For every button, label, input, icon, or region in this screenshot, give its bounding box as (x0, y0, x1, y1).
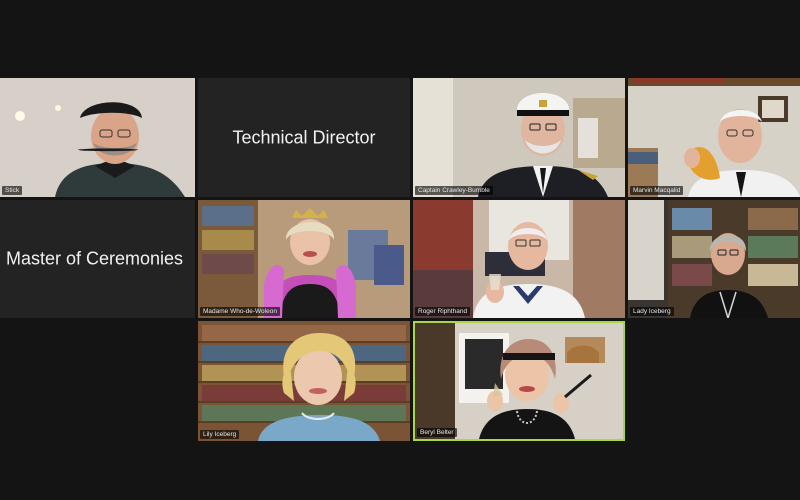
participant-video (628, 200, 800, 318)
participant-name-label: Lady Iceberg (630, 307, 674, 316)
participant-display-name: Master of Ceremonies (5, 248, 184, 269)
participant-video (198, 321, 410, 441)
video-gallery: Stick Technical Director Captain Crawley… (0, 0, 800, 500)
participant-display-name: Technical Director (232, 127, 376, 147)
participant-video (0, 78, 195, 197)
participant-tile[interactable]: Madame Who-de-Woleon (198, 200, 410, 318)
participant-name-label: Beryl Belter (417, 428, 457, 437)
participant-tile[interactable]: Lily Iceberg (198, 321, 410, 441)
participant-name-label: Lily Iceberg (200, 430, 240, 439)
participant-name-label: Roger Riphthand (415, 307, 471, 316)
participant-tile[interactable]: Marvin Macqalid (628, 78, 800, 197)
participant-tile[interactable]: Master of Ceremonies (0, 200, 195, 318)
participant-tile[interactable]: Roger Riphthand (413, 200, 625, 318)
participant-video (415, 323, 623, 439)
participant-name-label: Marvin Macqalid (630, 186, 684, 195)
participant-tile[interactable]: Technical Director (198, 78, 410, 197)
participant-video (413, 78, 625, 197)
participant-name-label: Stick (2, 186, 23, 195)
participant-video (198, 200, 410, 318)
participant-tile[interactable]: Captain Crawley-Bumble (413, 78, 625, 197)
participant-tile[interactable]: Lady Iceberg (628, 200, 800, 318)
active-speaker-tile[interactable]: Beryl Belter (413, 321, 625, 441)
participant-name-label: Madame Who-de-Woleon (200, 307, 280, 316)
participant-name-label: Captain Crawley-Bumble (415, 186, 493, 195)
participant-video (413, 200, 625, 318)
participant-tile[interactable]: Stick (0, 78, 195, 197)
participant-video (628, 78, 800, 197)
